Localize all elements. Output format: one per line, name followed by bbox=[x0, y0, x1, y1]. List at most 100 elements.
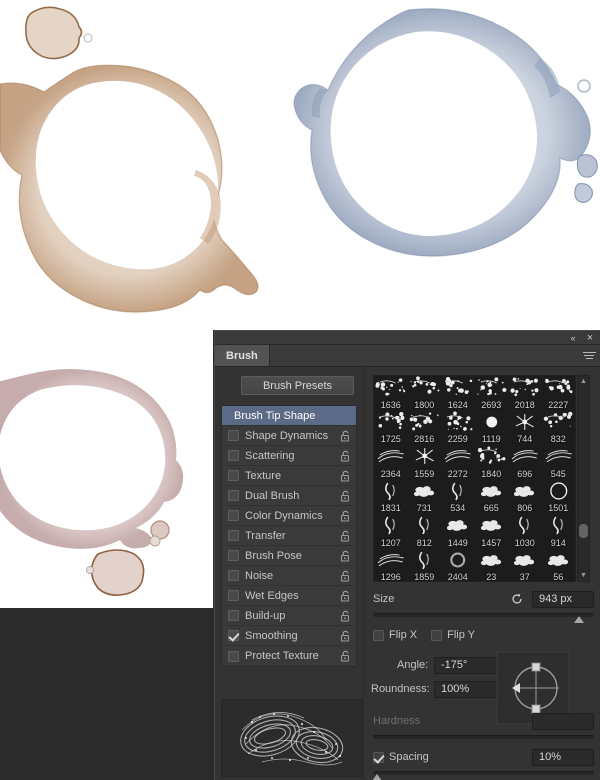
brush-preset-806[interactable]: 806 bbox=[508, 479, 542, 515]
option-checkbox[interactable] bbox=[228, 630, 239, 641]
lock-icon[interactable] bbox=[340, 550, 351, 562]
lock-icon[interactable] bbox=[340, 570, 351, 582]
scroll-down-icon[interactable]: ▼ bbox=[578, 570, 589, 581]
hardness-label: Hardness bbox=[373, 715, 421, 727]
flip-x-checkbox[interactable]: Flip X bbox=[373, 629, 417, 641]
brush-preset-2227[interactable]: 2227 bbox=[541, 376, 575, 411]
option-checkbox[interactable] bbox=[228, 610, 239, 621]
brush-preset-744[interactable]: 744 bbox=[508, 410, 542, 446]
lock-icon[interactable] bbox=[340, 630, 351, 642]
option-scattering[interactable]: Scattering bbox=[222, 446, 356, 466]
brush-preset-2259[interactable]: 2259 bbox=[441, 410, 475, 446]
scroll-up-icon[interactable]: ▲ bbox=[578, 376, 589, 387]
size-slider-track[interactable] bbox=[373, 613, 594, 623]
brush-preset-1296[interactable]: 1296 bbox=[374, 548, 408, 581]
lock-icon[interactable] bbox=[340, 490, 351, 502]
brush-preset-1501[interactable]: 1501 bbox=[541, 479, 575, 515]
brush-preset-1449[interactable]: 1449 bbox=[441, 514, 475, 549]
size-value-field[interactable]: 943 px bbox=[532, 590, 594, 608]
lock-icon[interactable] bbox=[340, 470, 351, 482]
option-dual-brush[interactable]: Dual Brush bbox=[222, 486, 356, 506]
brush-preset-number: 37 bbox=[519, 572, 530, 582]
option-checkbox[interactable] bbox=[228, 650, 239, 662]
brush-preset-731[interactable]: 731 bbox=[407, 479, 441, 515]
option-checkbox[interactable] bbox=[228, 570, 239, 581]
lock-icon[interactable] bbox=[340, 590, 351, 602]
lock-icon[interactable] bbox=[340, 450, 351, 462]
option-checkbox[interactable] bbox=[228, 550, 239, 561]
brush-preset-665[interactable]: 665 bbox=[474, 479, 508, 515]
brush-preset-1859[interactable]: 1859 bbox=[407, 548, 441, 581]
spacing-checkbox[interactable]: Spacing bbox=[373, 751, 429, 763]
panel-menu-icon[interactable] bbox=[578, 345, 600, 366]
roundness-value-field[interactable]: 100% bbox=[434, 680, 498, 698]
option-texture[interactable]: Texture bbox=[222, 466, 356, 486]
option-checkbox[interactable] bbox=[228, 590, 239, 601]
brush-grid-scrollbar[interactable]: ▲ ▼ bbox=[577, 375, 590, 582]
lock-icon[interactable] bbox=[340, 530, 351, 542]
brush-preset-56[interactable]: 56 bbox=[541, 548, 575, 581]
reset-icon[interactable] bbox=[510, 592, 524, 606]
spacing-value-field[interactable]: 10% bbox=[532, 748, 594, 766]
brush-preset-1457[interactable]: 1457 bbox=[474, 514, 508, 549]
option-checkbox[interactable] bbox=[228, 450, 239, 461]
brush-preset-1800[interactable]: 1800 bbox=[407, 376, 441, 411]
spacing-slider-track[interactable] bbox=[372, 771, 594, 780]
brush-preset-1207[interactable]: 1207 bbox=[374, 514, 408, 549]
brush-preset-534[interactable]: 534 bbox=[441, 479, 475, 515]
flip-y-box[interactable] bbox=[431, 629, 443, 641]
brush-preset-1559[interactable]: 1559 bbox=[407, 445, 441, 480]
brush-preset-2404[interactable]: 2404 bbox=[441, 548, 475, 581]
lock-icon[interactable] bbox=[340, 650, 351, 662]
option-noise[interactable]: Noise bbox=[222, 566, 356, 586]
option-checkbox[interactable] bbox=[228, 530, 239, 541]
scrollbar-thumb[interactable] bbox=[579, 524, 588, 538]
angle-value-field[interactable]: -175° bbox=[434, 656, 498, 674]
option-brush-pose[interactable]: Brush Pose bbox=[222, 546, 356, 566]
option-smoothing[interactable]: Smoothing bbox=[222, 626, 356, 646]
brush-preset-2018[interactable]: 2018 bbox=[508, 376, 542, 411]
spacing-slider-thumb[interactable] bbox=[372, 774, 383, 780]
brush-preset-1119[interactable]: 1119 bbox=[474, 410, 508, 446]
option-shape-dynamics[interactable]: Shape Dynamics bbox=[222, 426, 356, 446]
brush-preset-2272[interactable]: 2272 bbox=[441, 445, 475, 480]
lock-icon[interactable] bbox=[340, 610, 351, 622]
brush-preset-2693[interactable]: 2693 bbox=[474, 376, 508, 411]
option-protect-texture[interactable]: Protect Texture bbox=[222, 646, 356, 666]
option-checkbox[interactable] bbox=[228, 510, 239, 521]
close-icon[interactable]: × bbox=[583, 332, 597, 344]
lock-icon[interactable] bbox=[340, 510, 351, 522]
brush-preset-number: 545 bbox=[550, 468, 566, 479]
option-checkbox[interactable] bbox=[228, 470, 239, 481]
brush-preset-23[interactable]: 23 bbox=[474, 548, 508, 581]
option-checkbox[interactable] bbox=[228, 430, 239, 441]
brush-preset-1831[interactable]: 1831 bbox=[374, 479, 408, 515]
option-build-up[interactable]: Build-up bbox=[222, 606, 356, 626]
brush-preset-832[interactable]: 832 bbox=[541, 410, 575, 446]
brush-preset-696[interactable]: 696 bbox=[508, 445, 542, 480]
brush-preset-1725[interactable]: 1725 bbox=[374, 410, 408, 446]
option-checkbox[interactable] bbox=[228, 490, 239, 501]
flip-x-box[interactable] bbox=[373, 629, 384, 641]
option-color-dynamics[interactable]: Color Dynamics bbox=[222, 506, 356, 526]
brush-preset-545[interactable]: 545 bbox=[541, 445, 575, 480]
tab-brush[interactable]: Brush bbox=[215, 345, 270, 366]
brush-presets-button[interactable]: Brush Presets bbox=[241, 376, 354, 395]
size-slider-thumb[interactable] bbox=[573, 616, 584, 623]
brush-preset-812[interactable]: 812 bbox=[407, 514, 441, 549]
brush-preset-1030[interactable]: 1030 bbox=[508, 514, 542, 549]
brush-preset-2816[interactable]: 2816 bbox=[407, 410, 441, 446]
brush-preset-2364[interactable]: 2364 bbox=[374, 445, 408, 480]
option-transfer[interactable]: Transfer bbox=[222, 526, 356, 546]
brush-preset-1624[interactable]: 1624 bbox=[441, 376, 475, 411]
brush-preset-914[interactable]: 914 bbox=[541, 514, 575, 549]
flip-y-checkbox[interactable]: Flip Y bbox=[431, 629, 475, 641]
spacing-box[interactable] bbox=[373, 751, 384, 763]
collapse-icon[interactable]: « bbox=[566, 332, 580, 344]
brush-preset-37[interactable]: 37 bbox=[508, 548, 542, 582]
lock-icon[interactable] bbox=[340, 430, 351, 442]
brush-preset-1636[interactable]: 1636 bbox=[374, 376, 408, 411]
option-brush-tip-shape[interactable]: Brush Tip Shape bbox=[222, 406, 356, 426]
option-wet-edges[interactable]: Wet Edges bbox=[222, 586, 356, 606]
brush-preset-1840[interactable]: 1840 bbox=[474, 445, 508, 480]
